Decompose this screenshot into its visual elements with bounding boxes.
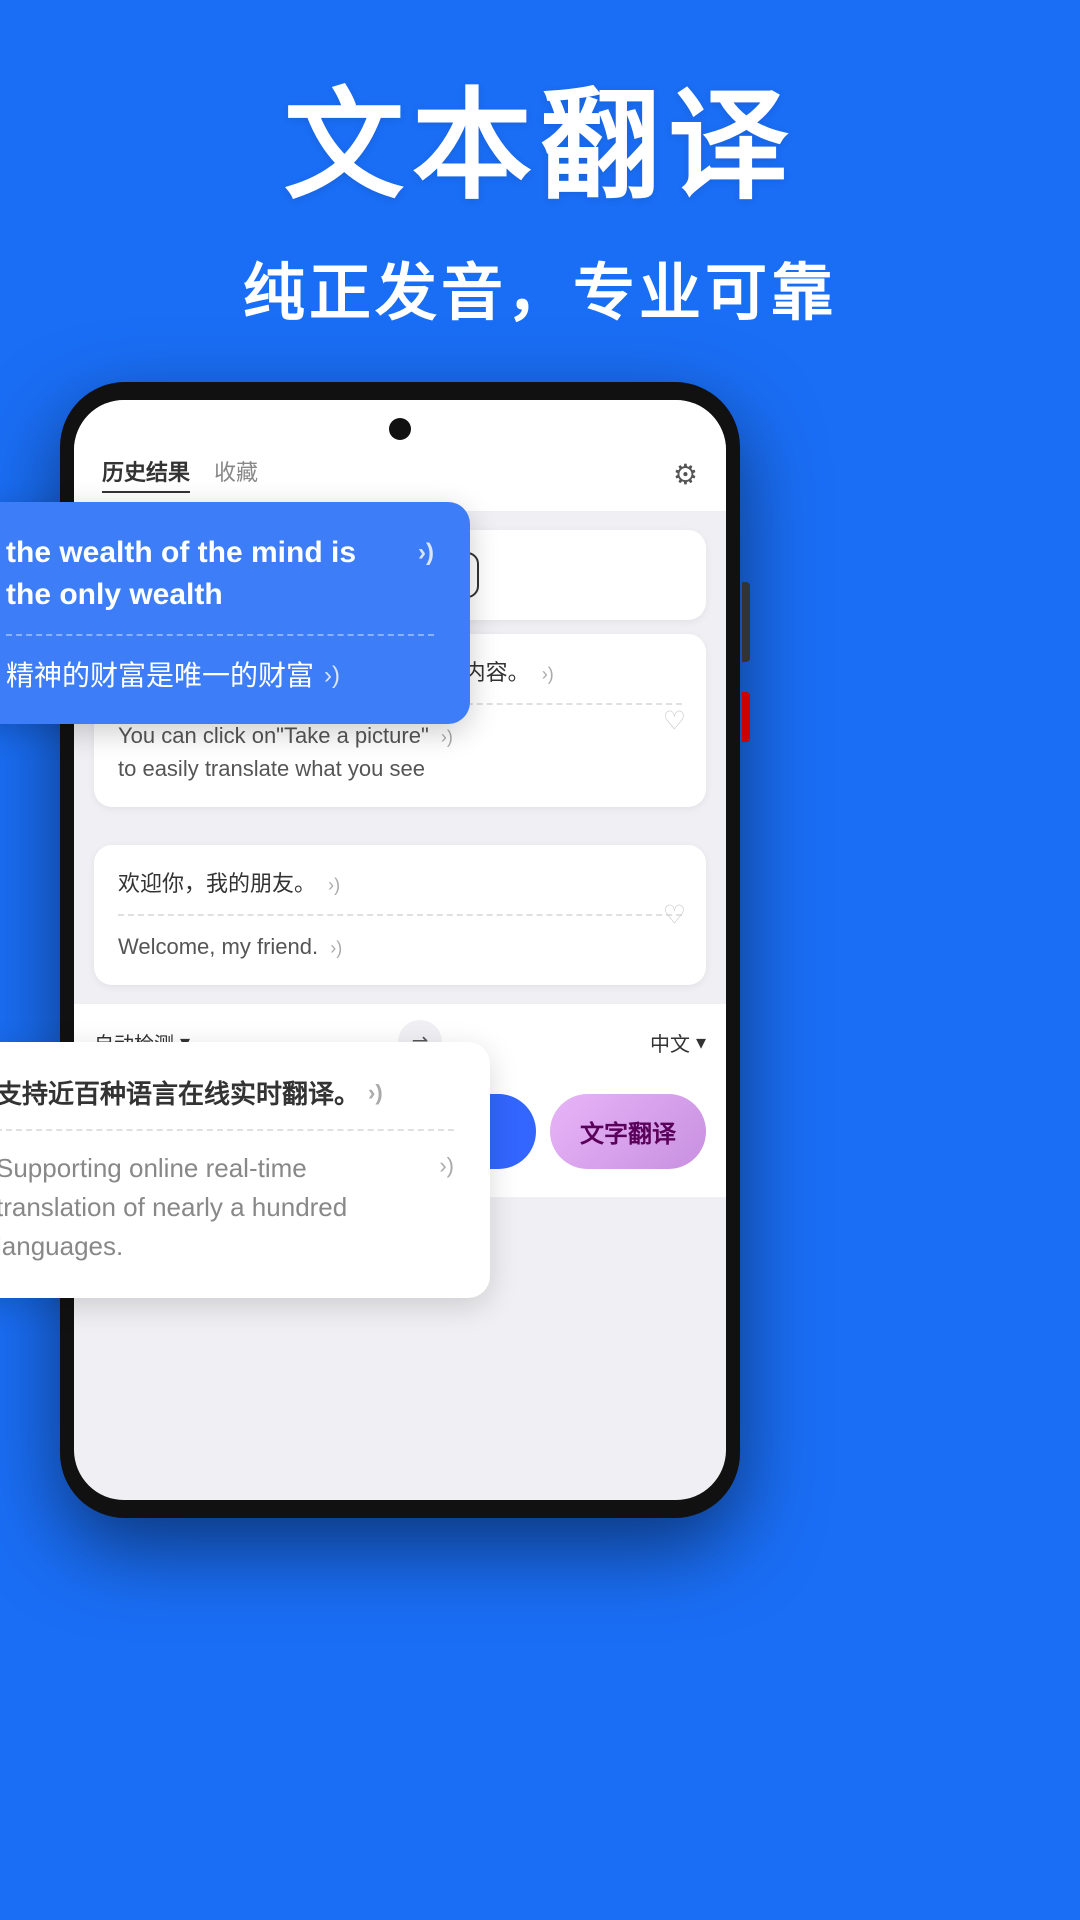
- translated-text-2: Welcome, my friend. ›): [118, 930, 682, 963]
- target-lang-selector[interactable]: 中文 ▾: [650, 1028, 706, 1057]
- sound-btn-1[interactable]: ›): [542, 661, 554, 688]
- screen-header: 历史结果 收藏 ⚙: [74, 400, 726, 512]
- sound-btn-1b[interactable]: ›): [441, 724, 453, 751]
- settings-icon[interactable]: ⚙: [673, 458, 698, 491]
- float1-sound-icon[interactable]: ›): [418, 536, 434, 570]
- target-lang-dropdown-icon: ▾: [696, 1030, 706, 1055]
- float2-translated-text: Supporting online real-time translation …: [0, 1149, 454, 1266]
- sound-btn-2b[interactable]: ›): [330, 935, 342, 962]
- tab-history[interactable]: 历史结果: [102, 455, 190, 493]
- translation-item-2: ♡ 欢迎你，我的朋友。 ›) Welcome, my friend. ›): [94, 845, 706, 985]
- float1-source-text: the wealth of the mind is the only wealt…: [6, 532, 434, 616]
- float1-translated-sound[interactable]: ›): [324, 662, 340, 690]
- like-icon-1[interactable]: ♡: [663, 705, 686, 736]
- target-lang-label: 中文: [650, 1028, 690, 1057]
- float2-source-text: 支持近百种语言在线实时翻译。 ›): [0, 1074, 454, 1111]
- floating-translation-card-1: the wealth of the mind is the only wealt…: [0, 502, 470, 724]
- floating-translation-card-2: 支持近百种语言在线实时翻译。 ›) Supporting online real…: [0, 1042, 490, 1298]
- text-translate-btn[interactable]: 文字翻译: [550, 1094, 706, 1169]
- header-section: 文本翻译 纯正发音，专业可靠: [0, 0, 1080, 382]
- float2-translated-sound[interactable]: ›): [439, 1149, 454, 1182]
- float2-sound-icon[interactable]: ›): [368, 1080, 383, 1106]
- float1-translated-text: 精神的财富是唯一的财富 ›): [6, 654, 434, 694]
- like-icon-2[interactable]: ♡: [663, 900, 686, 931]
- source-text-2: 欢迎你，我的朋友。 ›): [118, 867, 682, 900]
- sound-btn-2[interactable]: ›): [328, 872, 340, 899]
- translated-text-1: You can click on"Take a picture" ›) to e…: [118, 719, 682, 785]
- app-subtitle: 纯正发音，专业可靠: [60, 242, 1020, 332]
- tab-favorites[interactable]: 收藏: [214, 455, 258, 493]
- screen-tabs: 历史结果 收藏: [102, 455, 258, 493]
- app-title: 文本翻译: [60, 80, 1020, 212]
